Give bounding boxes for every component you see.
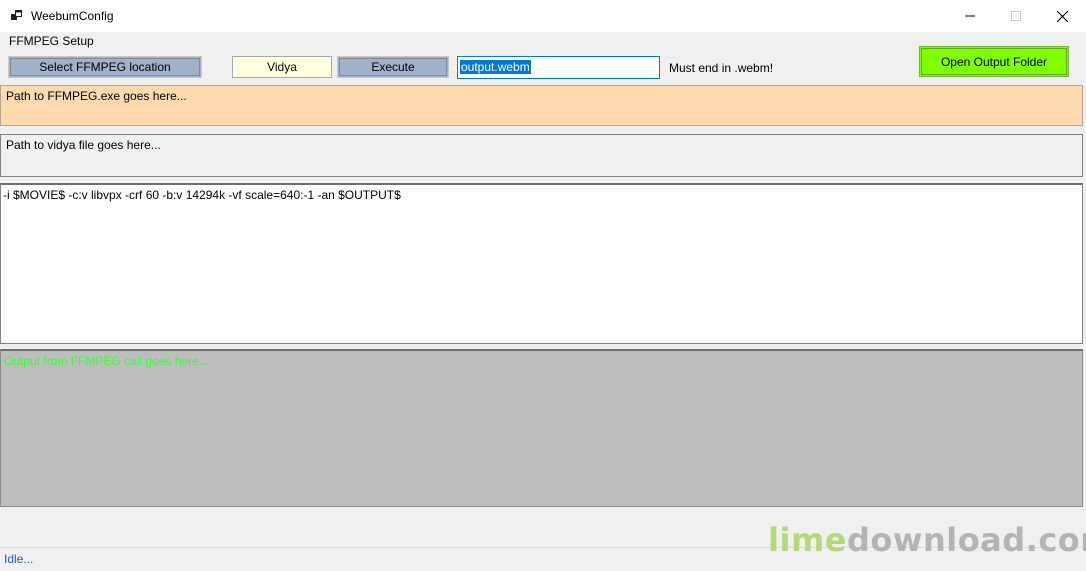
open-output-folder-button[interactable]: Open Output Folder	[919, 46, 1069, 77]
maximize-icon	[1011, 11, 1021, 21]
webm-extension-hint: Must end in .webm!	[669, 61, 774, 75]
maximize-button[interactable]	[993, 0, 1039, 32]
watermark-logo: limedownload.com	[768, 520, 1086, 560]
output-filename-input[interactable]: output.webm	[457, 56, 660, 79]
close-icon	[1056, 10, 1068, 22]
select-ffmpeg-location-button[interactable]: Select FFMPEG location	[8, 56, 202, 78]
ffmpeg-arguments-textarea[interactable]: -i $MOVIE$ -c:v libvpx -crf 60 -b:v 1429…	[0, 183, 1083, 344]
vidya-path-field[interactable]: Path to vidya file goes here...	[0, 134, 1083, 177]
ffmpeg-path-field[interactable]: Path to FFMPEG.exe goes here...	[0, 85, 1083, 126]
status-text: Idle...	[4, 552, 34, 566]
window-title: WeebumConfig	[31, 9, 114, 23]
minimize-icon	[965, 15, 975, 17]
watermark-lime: lime	[768, 521, 847, 559]
app-icon	[11, 10, 22, 20]
minimize-button[interactable]	[947, 0, 993, 32]
ffmpeg-output-log[interactable]: Output from FFMPEG call goes here...	[0, 349, 1083, 507]
vidya-button[interactable]: Vidya	[232, 56, 332, 78]
close-button[interactable]	[1039, 0, 1085, 32]
output-filename-value: output.webm	[460, 60, 531, 74]
execute-button[interactable]: Execute	[337, 56, 449, 78]
watermark-download: download.com	[846, 521, 1086, 559]
ffmpeg-setup-label: FFMPEG Setup	[9, 34, 94, 48]
title-bar[interactable]	[0, 0, 1086, 32]
